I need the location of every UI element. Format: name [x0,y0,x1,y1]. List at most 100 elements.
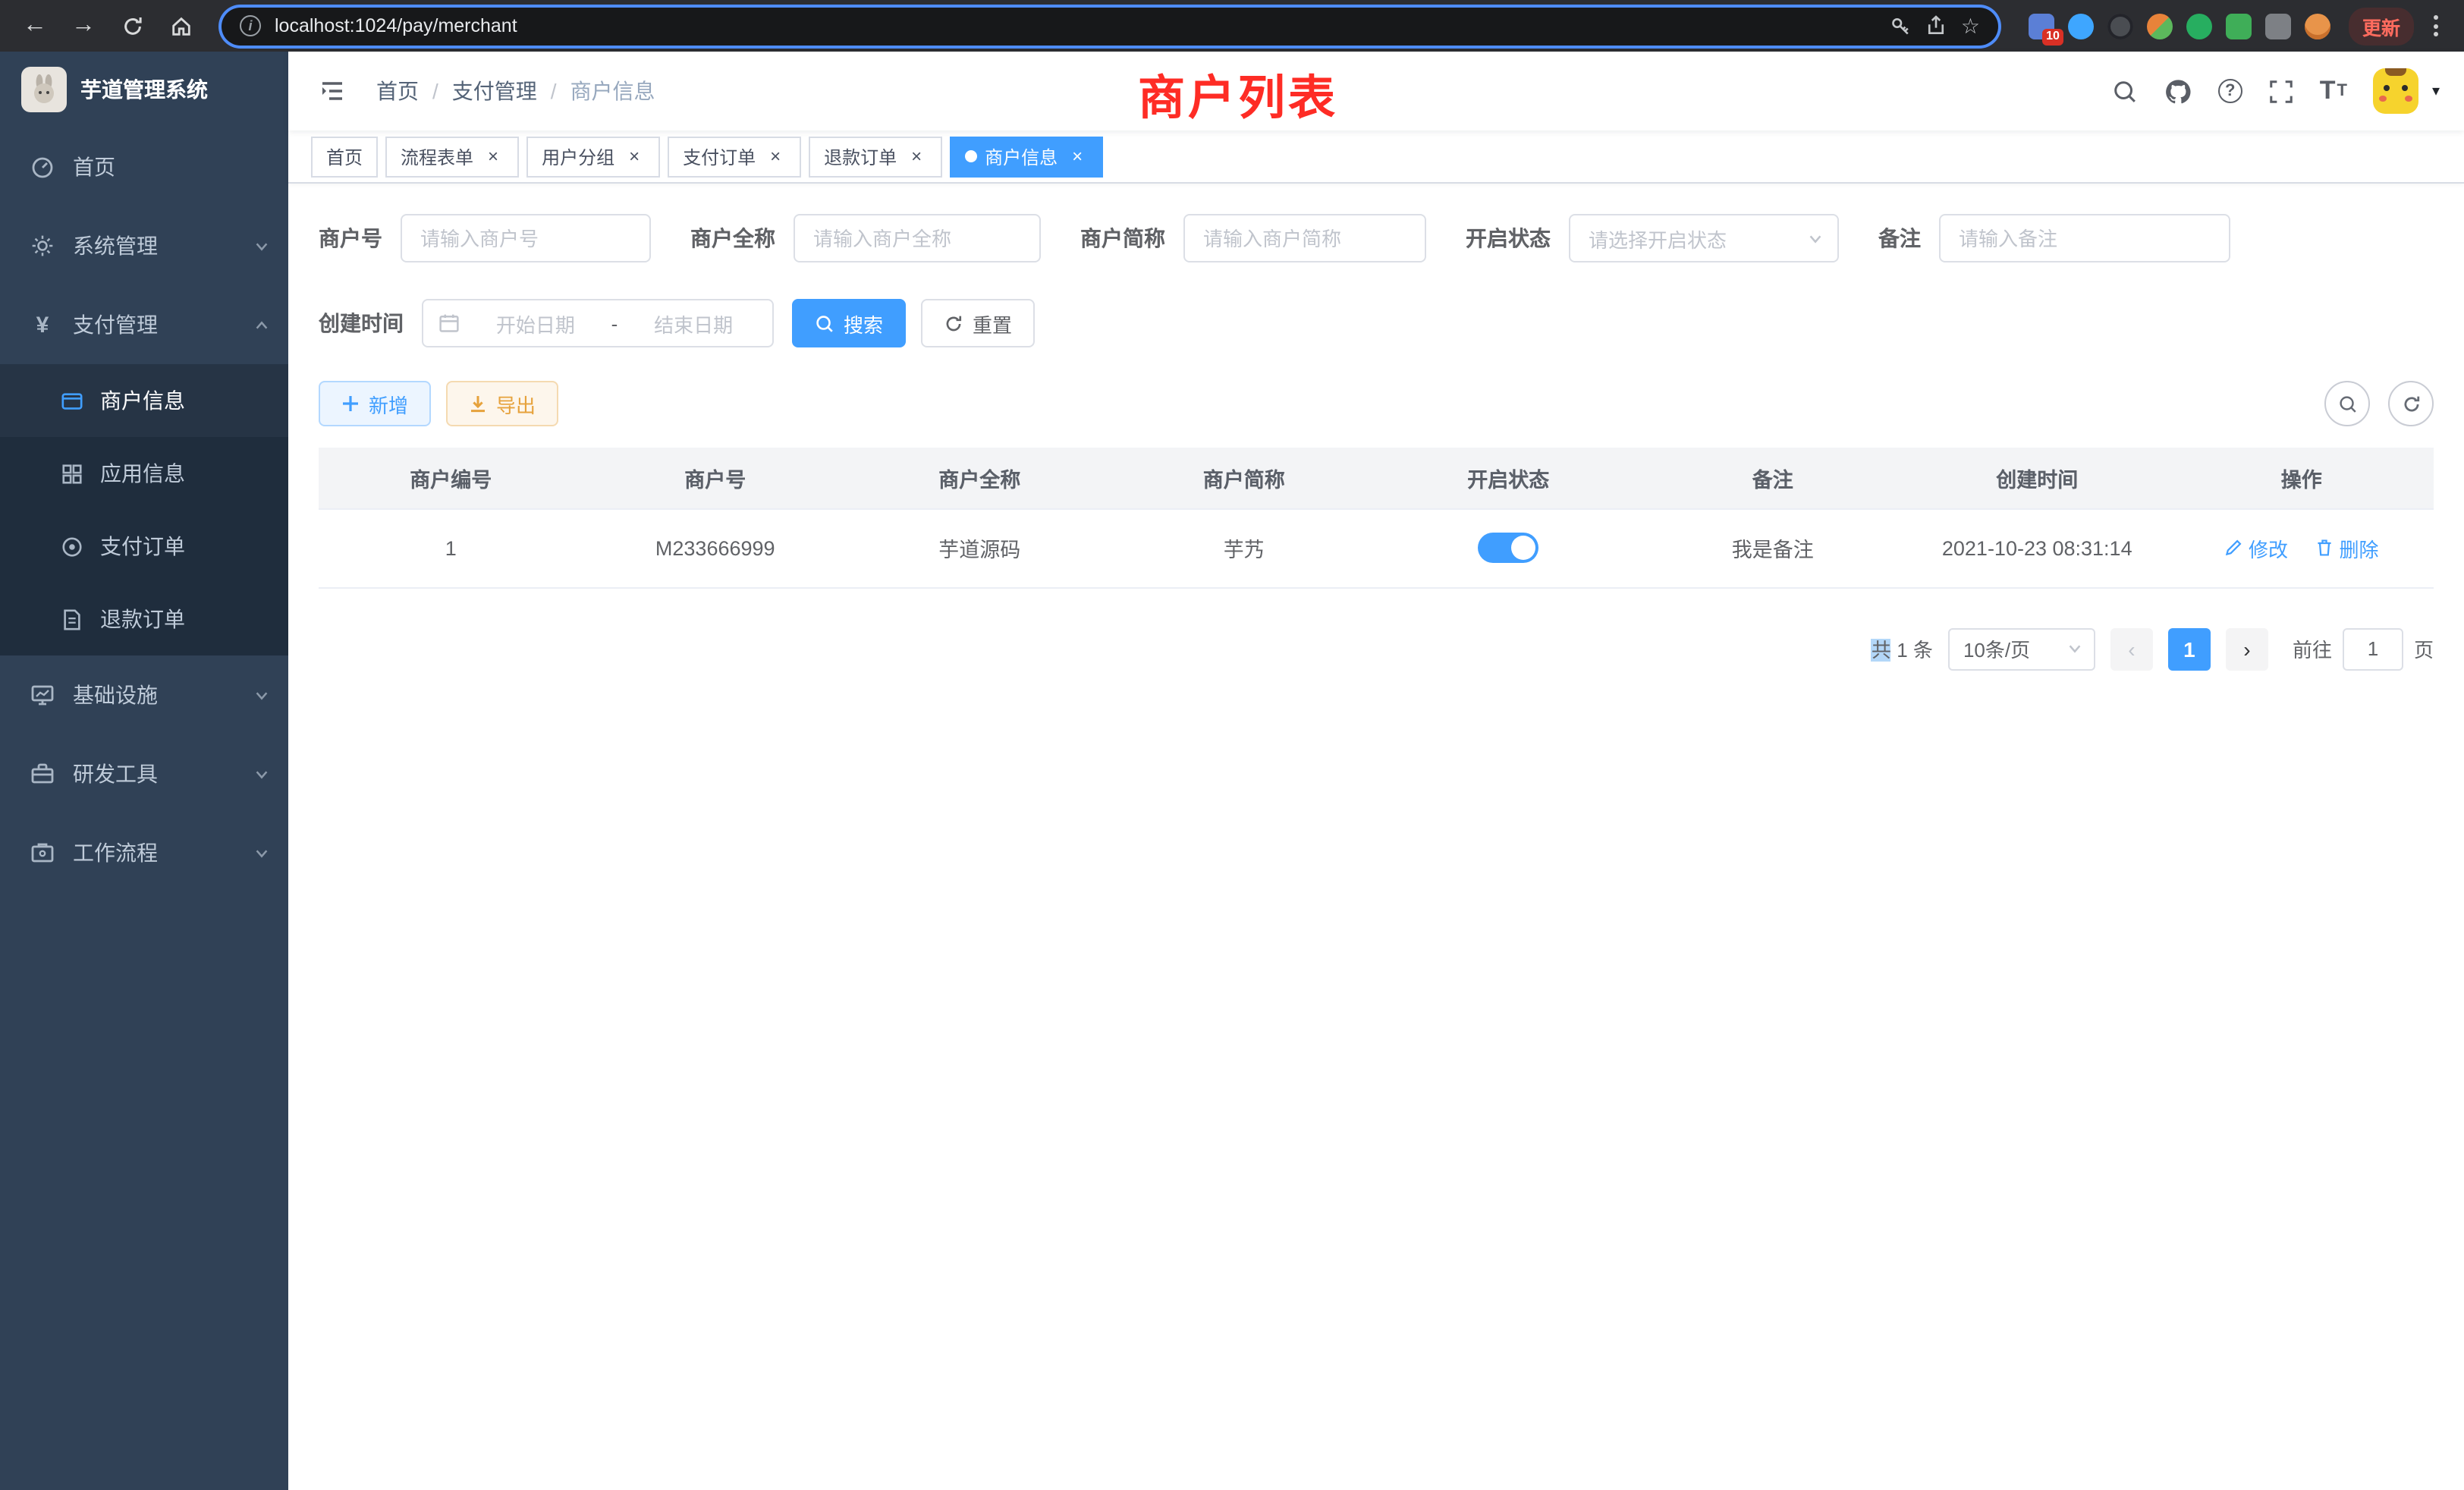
breadcrumb-item[interactable]: 支付管理 [452,76,537,106]
card-icon [59,389,85,412]
status-select-placeholder: 请选择开启状态 [1589,224,1727,253]
remark-label: 备注 [1878,223,1921,253]
tag-process-form[interactable]: 流程表单× [385,136,519,177]
edit-link[interactable]: 修改 [2224,533,2288,562]
top-navbar: 首页 / 支付管理 / 商户信息 ? [288,52,2464,130]
sidebar-item-pay-order[interactable]: 支付订单 [0,510,288,583]
search-icon[interactable] [2112,78,2138,104]
next-page-button[interactable]: › [2226,627,2268,670]
sidebar-item-merchant-info[interactable]: 商户信息 [0,364,288,437]
github-icon[interactable] [2164,77,2192,105]
add-button[interactable]: 新增 [319,381,431,426]
cell-full-name: 芋道源码 [847,508,1112,587]
tag-refund-order[interactable]: 退款订单× [809,136,942,177]
extension-icon[interactable] [2226,13,2252,39]
extensions-area: 10 [2019,13,2340,39]
pencil-icon [2224,539,2242,557]
extension-icon[interactable] [2186,13,2212,39]
site-info-icon[interactable]: i [240,15,261,36]
create-time-range-picker[interactable]: 开始日期 - 结束日期 [422,299,774,347]
delete-link-label: 删除 [2340,533,2379,562]
user-avatar[interactable] [2373,68,2418,114]
document-icon [59,608,85,630]
bookmark-star-icon[interactable]: ☆ [1961,15,1980,36]
tag-pay-order[interactable]: 支付订单× [668,136,801,177]
address-bar[interactable]: i localhost:1024/pay/merchant ☆ [222,7,1998,45]
search-button[interactable]: 搜索 [792,299,906,347]
browser-profile-avatar[interactable] [2305,13,2330,39]
app-title: 芋道管理系统 [80,74,208,105]
password-key-icon[interactable] [1891,15,1912,36]
merchant-table: 商户编号 商户号 商户全称 商户简称 开启状态 备注 创建时间 操作 1 [319,448,2434,588]
forward-icon[interactable]: → [64,6,103,46]
chevron-down-icon [253,687,270,703]
toolbox-icon [29,762,56,786]
status-toggle[interactable] [1478,533,1538,563]
sidebar-item-label: 基础设施 [73,680,158,710]
refresh-table-icon[interactable] [2388,381,2434,426]
close-icon[interactable]: × [765,146,786,167]
extensions-pin-icon[interactable] [2265,13,2291,39]
breadcrumb-item[interactable]: 首页 [376,76,419,106]
plus-icon [341,395,360,413]
sidebar-item-label: 工作流程 [73,838,158,868]
font-size-icon[interactable]: TT [2320,76,2347,106]
help-icon[interactable]: ? [2218,79,2242,103]
close-icon[interactable]: × [1067,146,1088,167]
prev-page-button[interactable]: ‹ [2110,627,2153,670]
fullscreen-icon[interactable] [2268,78,2294,104]
tag-label: 用户分组 [542,143,614,169]
close-icon[interactable]: × [624,146,645,167]
hamburger-icon[interactable] [313,71,352,111]
status-select[interactable]: 请选择开启状态 [1569,214,1839,262]
merchant-name-input[interactable] [794,214,1041,262]
col-header: 商户简称 [1112,448,1377,508]
sidebar-item-infrastructure[interactable]: 基础设施 [0,655,288,734]
extension-icon[interactable] [2068,13,2094,39]
breadcrumb-separator: / [551,79,557,103]
back-icon[interactable]: ← [15,6,55,46]
home-icon[interactable] [161,6,200,46]
tag-merchant-info[interactable]: 商户信息× [950,136,1103,177]
sidebar-item-system[interactable]: 系统管理 [0,206,288,285]
browser-menu-icon[interactable] [2423,15,2449,36]
browser-update-button[interactable]: 更新 [2349,7,2414,45]
close-icon[interactable]: × [906,146,927,167]
sidebar-item-workflow[interactable]: 工作流程 [0,813,288,892]
tag-home[interactable]: 首页 [311,136,378,177]
merchant-no-label: 商户号 [319,223,382,253]
merchant-short-input[interactable] [1183,214,1426,262]
sidebar-item-label: 系统管理 [73,231,158,261]
delete-link[interactable]: 删除 [2315,533,2379,562]
toggle-search-icon[interactable] [2324,381,2370,426]
sidebar-item-label: 退款订单 [100,604,185,634]
target-icon [59,535,85,558]
extension-icon[interactable]: 10 [2029,13,2054,39]
sidebar-item-app-info[interactable]: 应用信息 [0,437,288,510]
remark-input[interactable] [1939,214,2230,262]
app-logo[interactable]: 芋道管理系统 [0,52,288,127]
cell-merchant-id: 1 [319,508,583,587]
avatar-caret-icon[interactable]: ▾ [2432,83,2440,99]
sidebar-item-payment[interactable]: ¥ 支付管理 [0,285,288,364]
share-icon[interactable] [1926,15,1947,36]
reload-icon[interactable] [112,6,152,46]
sidebar-item-home[interactable]: 首页 [0,127,288,206]
goto-page-input[interactable] [2343,627,2403,670]
goto-prefix: 前往 [2293,634,2332,663]
sidebar-item-dev-tools[interactable]: 研发工具 [0,734,288,813]
calendar-icon [438,313,460,334]
extension-icon[interactable] [2107,13,2133,39]
grid-icon [59,462,85,485]
page-number-button[interactable]: 1 [2168,627,2211,670]
tag-user-group[interactable]: 用户分组 × [526,136,660,177]
payment-submenu: 商户信息 应用信息 支付订单 [0,364,288,655]
merchant-no-input[interactable] [401,214,651,262]
add-button-label: 新增 [369,389,408,418]
page-size-select[interactable]: 10条/页 [1948,627,2095,670]
reset-button[interactable]: 重置 [921,299,1035,347]
close-icon[interactable]: × [482,146,504,167]
export-button[interactable]: 导出 [446,381,558,426]
sidebar-item-refund-order[interactable]: 退款订单 [0,583,288,655]
extension-icon[interactable] [2147,13,2173,39]
